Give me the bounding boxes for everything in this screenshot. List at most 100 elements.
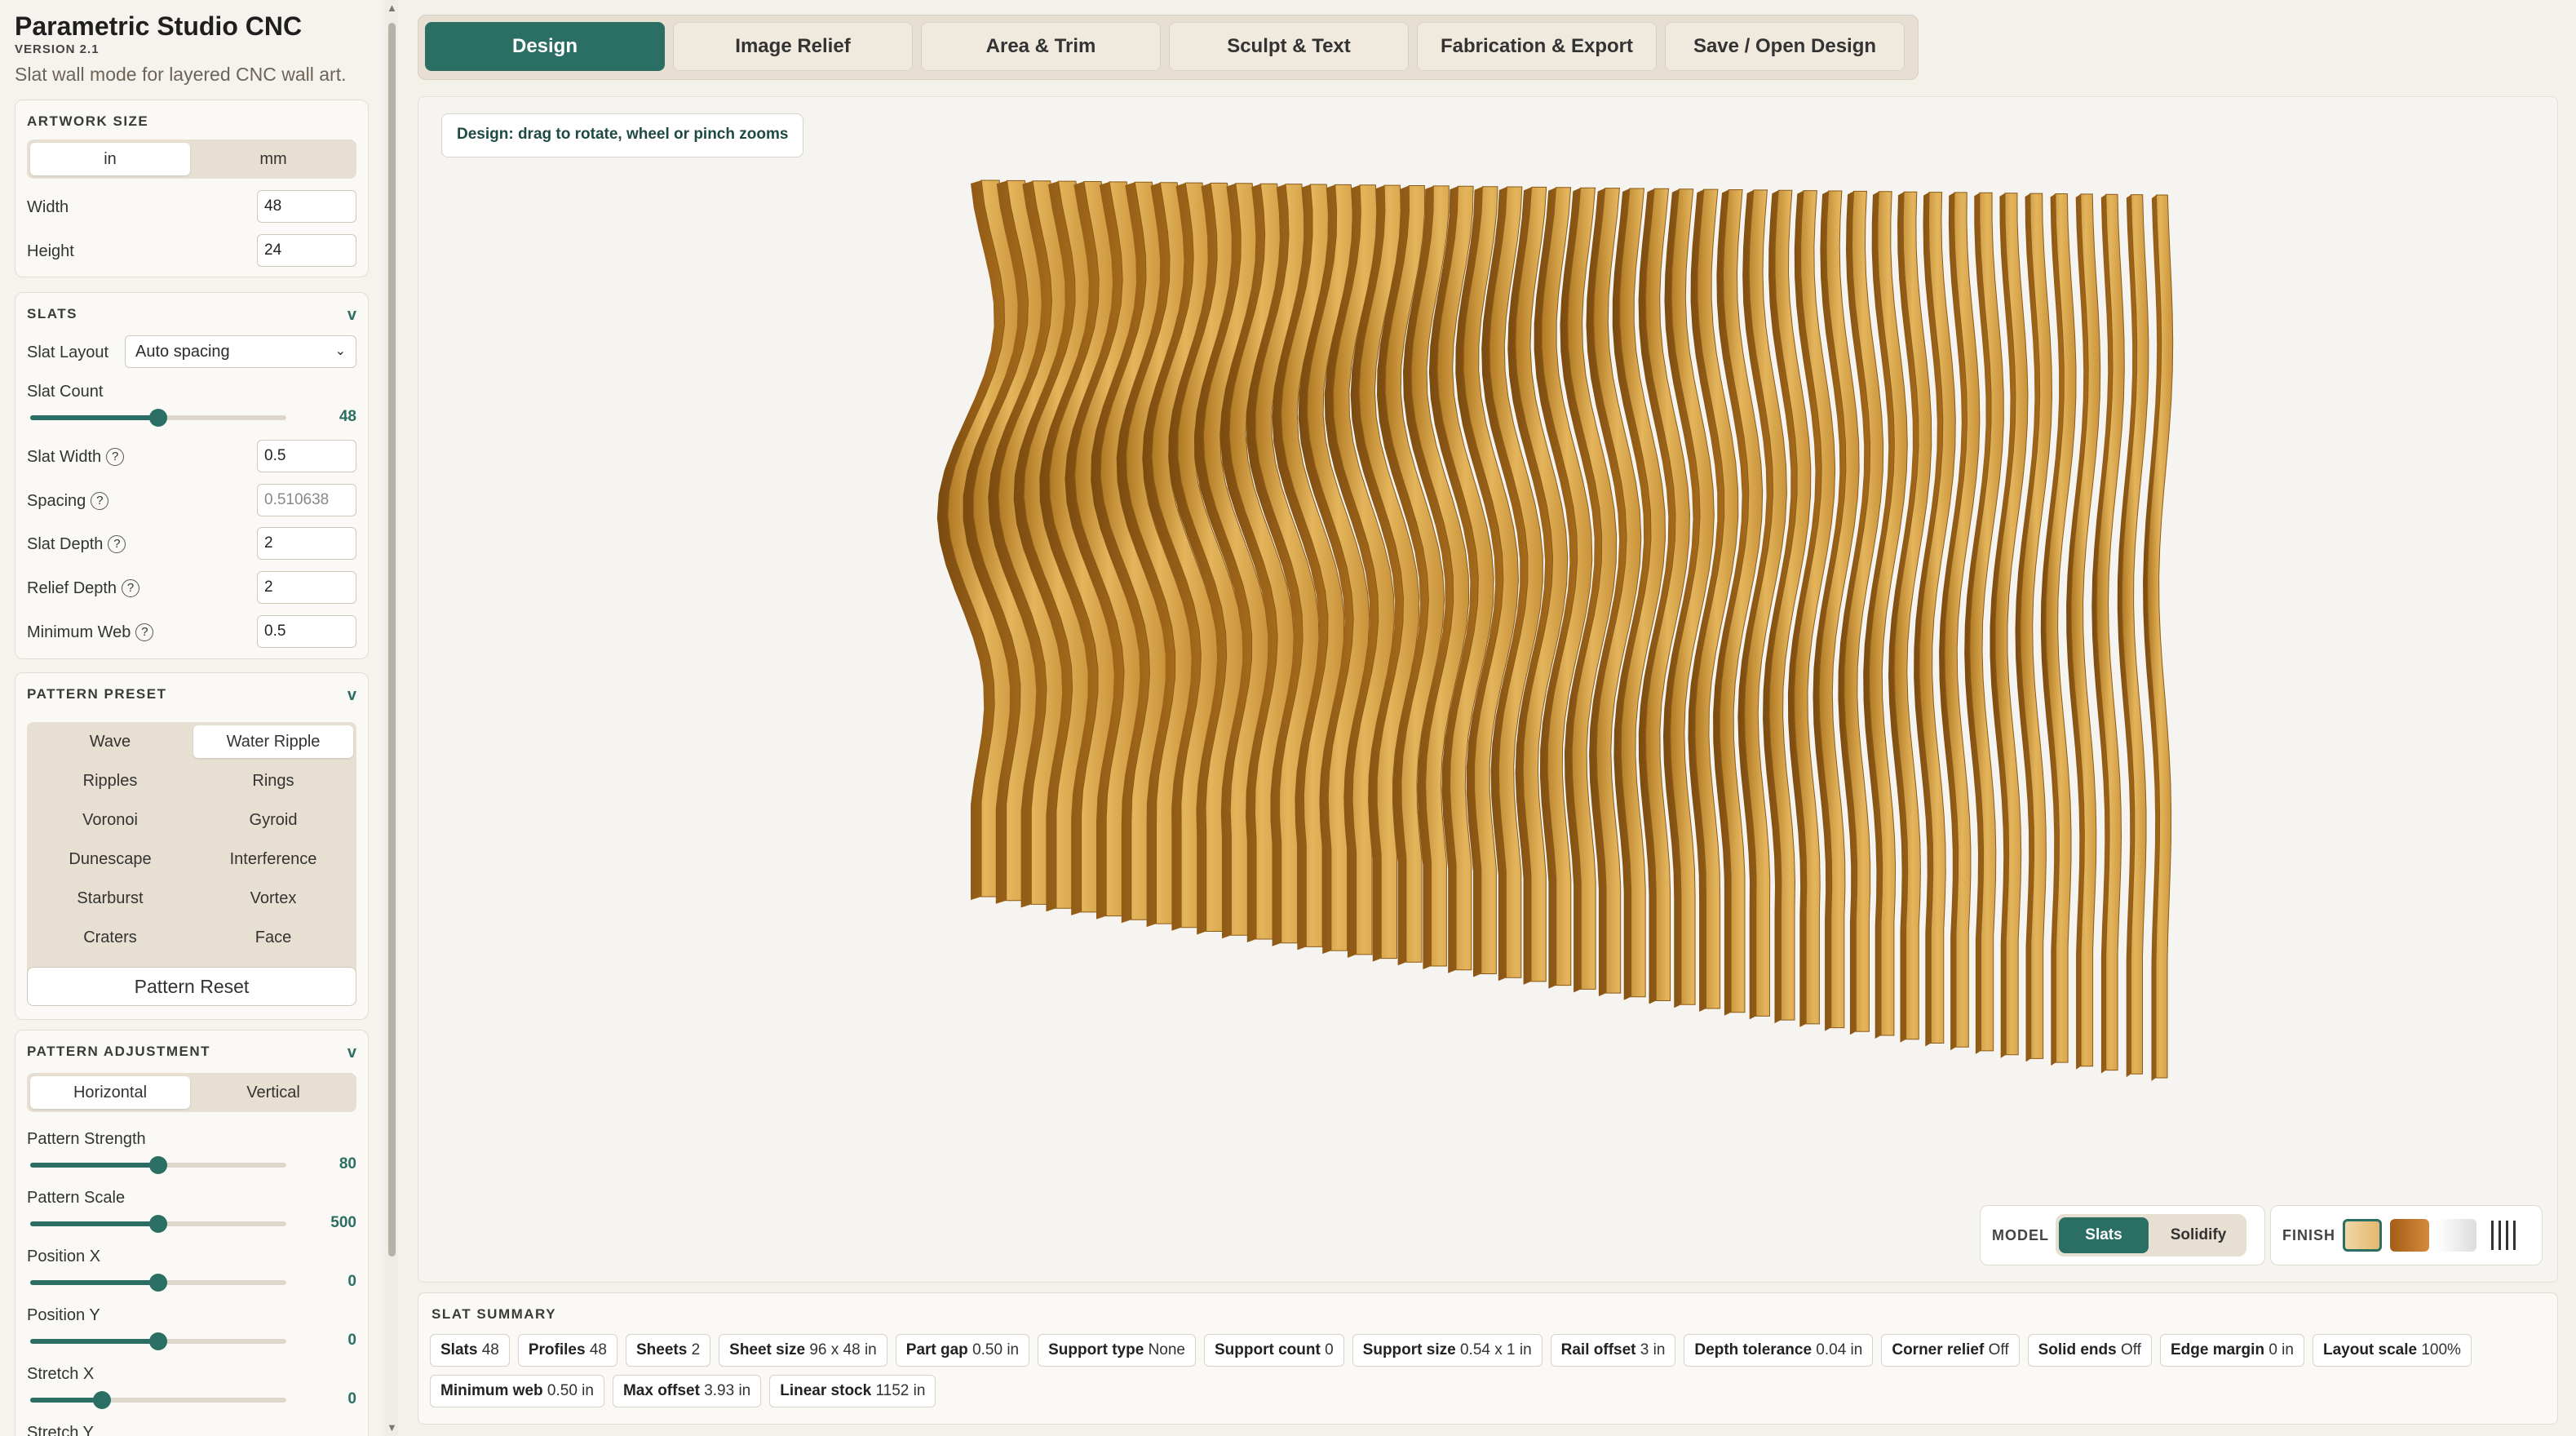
preset-vortex[interactable]: Vortex (193, 882, 353, 915)
model-slats-option[interactable]: Slats (2059, 1217, 2149, 1253)
preset-interference[interactable]: Interference (193, 843, 353, 875)
position-x-thumb[interactable] (149, 1274, 167, 1292)
sidebar: Parametric Studio CNC VERSION 2.1 Slat w… (0, 0, 382, 1436)
finish-white-swatch[interactable] (2437, 1219, 2476, 1252)
slat-count-slider[interactable] (30, 409, 286, 427)
slats-collapse-icon[interactable]: v (347, 306, 356, 325)
position-x-slider[interactable] (30, 1274, 286, 1292)
summary-chip-value: 1152 in (875, 1382, 926, 1399)
preset-wave[interactable]: Wave (30, 725, 190, 758)
height-input[interactable]: 24 (257, 234, 356, 267)
slat-depth-label: Slat Depth? (27, 535, 126, 554)
slat-layout-value: Auto spacing (135, 343, 230, 361)
pattern-reset-button[interactable]: Pattern Reset (27, 967, 356, 1006)
pattern-adjustment-title: PATTERN ADJUSTMENT (27, 1044, 211, 1059)
position-x-fill (30, 1280, 158, 1285)
finish-dark-wood-swatch[interactable] (2390, 1219, 2429, 1252)
preset-face[interactable]: Face (193, 921, 353, 954)
pattern-preset-collapse-icon[interactable]: v (347, 686, 356, 705)
model-label: MODEL (1992, 1227, 2049, 1243)
preset-starburst[interactable]: Starburst (30, 882, 190, 915)
artwork-size-panel: ARTWORK SIZE in mm Width 48 Height 24 (15, 100, 369, 277)
finish-light-wood-swatch[interactable] (2343, 1219, 2382, 1252)
summary-chip-key: Minimum web (440, 1382, 543, 1399)
preset-rings[interactable]: Rings (193, 765, 353, 797)
summary-chip-value: 100% (2421, 1341, 2461, 1358)
position-y-thumb[interactable] (149, 1332, 167, 1350)
position-y-slider[interactable] (30, 1332, 286, 1350)
spacing-input[interactable]: 0.510638 (257, 484, 356, 516)
finish-label: FINISH (2282, 1227, 2336, 1243)
pattern-strength-slider[interactable] (30, 1156, 286, 1174)
3d-viewport[interactable]: Design: drag to rotate, wheel or pinch z… (418, 96, 2558, 1283)
relief-depth-label: Relief Depth? (27, 579, 140, 598)
slat-depth-input[interactable]: 2 (257, 527, 356, 560)
stretch-x-label: Stretch X (27, 1365, 95, 1383)
model-solidify-option[interactable]: Solidify (2153, 1217, 2243, 1253)
stretch-y-label: Stretch Y (27, 1424, 94, 1436)
slat-group (936, 180, 2174, 1081)
stretch-x-thumb[interactable] (92, 1391, 111, 1409)
pattern-scale-thumb[interactable] (149, 1215, 167, 1233)
tab-save-open-design[interactable]: Save / Open Design (1665, 22, 1905, 71)
summary-chip-value: 3.93 in (704, 1382, 751, 1399)
relief-depth-input[interactable]: 2 (257, 571, 356, 604)
summary-chip: Minimum web 0.50 in (430, 1375, 604, 1407)
summary-chip-key: Edge margin (2170, 1341, 2265, 1358)
summary-chip-value: 0.54 x 1 in (1459, 1341, 1532, 1358)
summary-chip-key: Rail offset (1560, 1341, 1636, 1358)
slat-depth-text: Slat Depth (27, 535, 104, 553)
help-icon[interactable]: ? (106, 448, 125, 466)
stretch-x-fill (30, 1398, 102, 1403)
scroll-up-icon[interactable]: ▲ (387, 2, 397, 14)
preset-gyroid[interactable]: Gyroid (193, 804, 353, 836)
summary-chip-value: 48 (481, 1341, 499, 1358)
unit-mm-option[interactable]: mm (193, 143, 353, 175)
orientation-vertical[interactable]: Vertical (193, 1076, 353, 1109)
unit-in-option[interactable]: in (30, 143, 190, 175)
summary-chip-key: Max offset (622, 1382, 700, 1399)
slat-count-thumb[interactable] (149, 409, 167, 427)
preset-dunescape[interactable]: Dunescape (30, 843, 190, 875)
help-icon[interactable]: ? (91, 492, 109, 510)
summary-chip-value: 96 x 48 in (809, 1341, 877, 1358)
tab-sculpt-text[interactable]: Sculpt & Text (1169, 22, 1409, 71)
slat-width-input[interactable]: 0.5 (257, 440, 356, 472)
slat-layout-select[interactable]: Auto spacing ⌄ (125, 335, 356, 368)
pattern-adjustment-panel: PATTERN ADJUSTMENT v Horizontal Vertical… (15, 1030, 369, 1436)
preset-craters[interactable]: Craters (30, 921, 190, 954)
summary-chip: Edge margin 0 in (2159, 1334, 2304, 1367)
width-input[interactable]: 48 (257, 190, 356, 223)
minimum-web-text: Minimum Web (27, 623, 131, 641)
help-icon[interactable]: ? (135, 623, 154, 641)
tab-design[interactable]: Design (425, 22, 665, 71)
tab-image-relief[interactable]: Image Relief (673, 22, 913, 71)
sidebar-scrollbar[interactable]: ▲ ▼ (385, 0, 398, 1436)
slat-wall-model[interactable] (418, 97, 2557, 1282)
stretch-x-value: 0 (347, 1390, 356, 1407)
preset-water-ripple[interactable]: Water Ripple (193, 725, 353, 758)
pattern-scale-fill (30, 1221, 158, 1226)
stretch-x-slider[interactable] (30, 1391, 286, 1409)
summary-chip: Sheets 2 (625, 1334, 711, 1367)
help-icon[interactable]: ? (108, 535, 126, 553)
scroll-down-icon[interactable]: ▼ (387, 1421, 397, 1434)
finish-slat-lines-icon[interactable] (2485, 1219, 2524, 1252)
summary-chip-value: None (1148, 1341, 1185, 1358)
tab-area-trim[interactable]: Area & Trim (921, 22, 1161, 71)
tab-fabrication-export[interactable]: Fabrication & Export (1417, 22, 1657, 71)
preset-ripples[interactable]: Ripples (30, 765, 190, 797)
summary-chip-key: Profiles (528, 1341, 586, 1358)
preset-voronoi[interactable]: Voronoi (30, 804, 190, 836)
pattern-strength-label: Pattern Strength (27, 1130, 146, 1148)
help-icon[interactable]: ? (122, 579, 140, 597)
pattern-adjustment-collapse-icon[interactable]: v (347, 1044, 356, 1062)
orientation-horizontal[interactable]: Horizontal (30, 1076, 190, 1109)
pattern-strength-thumb[interactable] (149, 1156, 167, 1174)
pattern-scale-slider[interactable] (30, 1215, 286, 1233)
scrollbar-thumb[interactable] (388, 23, 396, 1256)
minimum-web-input[interactable]: 0.5 (257, 615, 356, 648)
summary-chip-key: Layout scale (2322, 1341, 2418, 1358)
slats-panel: SLATS v Slat Layout Auto spacing ⌄ Slat … (15, 292, 369, 659)
summary-chip-key: Part gap (905, 1341, 968, 1358)
